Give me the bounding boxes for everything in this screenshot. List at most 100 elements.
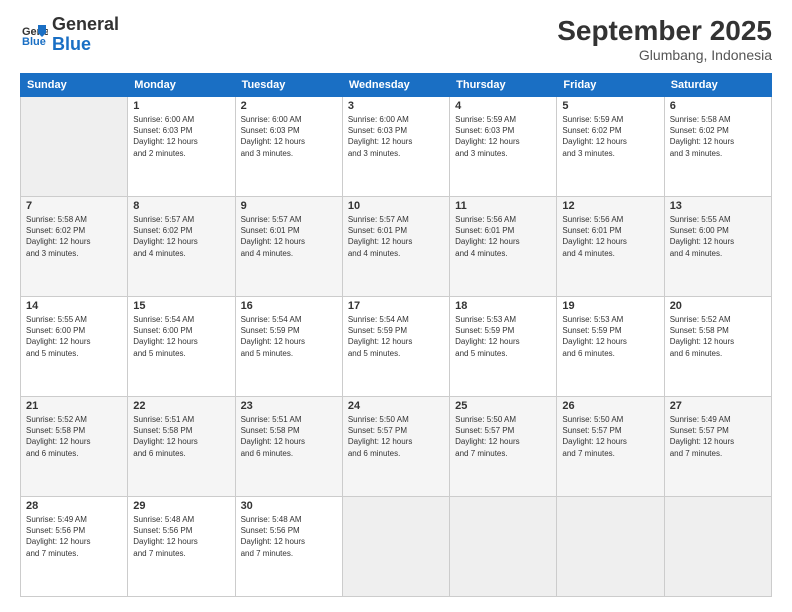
day-cell <box>342 497 449 597</box>
logo-icon: General Blue <box>20 21 48 49</box>
day-cell: 25Sunrise: 5:50 AM Sunset: 5:57 PM Dayli… <box>450 397 557 497</box>
svg-text:Blue: Blue <box>22 36 46 48</box>
col-header-tuesday: Tuesday <box>235 74 342 97</box>
logo-text: General Blue <box>52 15 119 55</box>
day-number: 18 <box>455 300 551 312</box>
day-number: 22 <box>133 400 229 412</box>
day-info: Sunrise: 5:48 AM Sunset: 5:56 PM Dayligh… <box>133 514 229 559</box>
day-number: 8 <box>133 200 229 212</box>
day-info: Sunrise: 6:00 AM Sunset: 6:03 PM Dayligh… <box>133 114 229 159</box>
day-info: Sunrise: 5:58 AM Sunset: 6:02 PM Dayligh… <box>26 214 122 259</box>
logo: General Blue General Blue <box>20 15 119 55</box>
day-cell: 13Sunrise: 5:55 AM Sunset: 6:00 PM Dayli… <box>664 197 771 297</box>
day-cell: 4 Sunrise: 5:59 AM Sunset: 6:03 PM Daylig… <box>450 97 557 197</box>
day-number: 20 <box>670 300 766 312</box>
day-cell: 24 Sunrise: 5:50 AM Sunset: 5:57 PM Dayli… <box>342 397 449 497</box>
day-cell <box>450 497 557 597</box>
day-info: Sunrise: 5:48 AM Sunset: 5:56 PM Dayligh… <box>241 514 337 559</box>
day-number: 3 <box>348 100 444 112</box>
col-header-wednesday: Wednesday <box>342 74 449 97</box>
page: General Blue General Blue September 2025… <box>0 0 792 612</box>
day-number: 6 <box>670 100 766 112</box>
day-cell: 19 Sunrise: 5:53 AM Sunset: 5:59 PM Dayli… <box>557 297 664 397</box>
day-info: Sunrise: 5:58 AM Sunset: 6:02 PM Dayligh… <box>670 114 766 159</box>
day-info: Sunrise: 5:51 AM Sunset: 5:58 PM Dayligh… <box>241 414 337 459</box>
week-row-4: 21 Sunrise: 5:52 AM Sunset: 5:58 PM Dayli… <box>21 397 772 497</box>
day-number: 17 <box>348 300 444 312</box>
week-row-5: 28 Sunrise: 5:49 AM Sunset: 5:56 PM Dayli… <box>21 497 772 597</box>
day-cell: 22Sunrise: 5:51 AM Sunset: 5:58 PM Dayli… <box>128 397 235 497</box>
day-number: 26 <box>562 400 658 412</box>
day-info: Sunrise: 5:57 AM Sunset: 6:01 PM Dayligh… <box>348 214 444 259</box>
day-info: Sunrise: 5:59 AM Sunset: 6:03 PM Dayligh… <box>455 114 551 159</box>
day-cell: 14Sunrise: 5:55 AM Sunset: 6:00 PM Dayli… <box>21 297 128 397</box>
day-number: 7 <box>26 200 122 212</box>
day-cell: 20 Sunrise: 5:52 AM Sunset: 5:58 PM Dayli… <box>664 297 771 397</box>
day-cell: 26 Sunrise: 5:50 AM Sunset: 5:57 PM Dayli… <box>557 397 664 497</box>
day-number: 9 <box>241 200 337 212</box>
day-number: 23 <box>241 400 337 412</box>
day-number: 1 <box>133 100 229 112</box>
day-cell <box>21 97 128 197</box>
header-row: SundayMondayTuesdayWednesdayThursdayFrid… <box>21 74 772 97</box>
day-cell: 12 Sunrise: 5:56 AM Sunset: 6:01 PM Dayli… <box>557 197 664 297</box>
day-info: Sunrise: 6:00 AM Sunset: 6:03 PM Dayligh… <box>348 114 444 159</box>
day-number: 30 <box>241 500 337 512</box>
day-cell: 3 Sunrise: 6:00 AM Sunset: 6:03 PM Daylig… <box>342 97 449 197</box>
day-number: 4 <box>455 100 551 112</box>
location: Glumbang, Indonesia <box>557 47 772 63</box>
day-info: Sunrise: 5:49 AM Sunset: 5:56 PM Dayligh… <box>26 514 122 559</box>
day-number: 21 <box>26 400 122 412</box>
day-info: Sunrise: 5:56 AM Sunset: 6:01 PM Dayligh… <box>562 214 658 259</box>
day-info: Sunrise: 5:53 AM Sunset: 5:59 PM Dayligh… <box>455 314 551 359</box>
day-info: Sunrise: 5:57 AM Sunset: 6:01 PM Dayligh… <box>241 214 337 259</box>
day-info: Sunrise: 5:52 AM Sunset: 5:58 PM Dayligh… <box>670 314 766 359</box>
day-info: Sunrise: 5:57 AM Sunset: 6:02 PM Dayligh… <box>133 214 229 259</box>
day-info: Sunrise: 5:54 AM Sunset: 5:59 PM Dayligh… <box>241 314 337 359</box>
col-header-monday: Monday <box>128 74 235 97</box>
day-info: Sunrise: 5:52 AM Sunset: 5:58 PM Dayligh… <box>26 414 122 459</box>
day-info: Sunrise: 5:53 AM Sunset: 5:59 PM Dayligh… <box>562 314 658 359</box>
day-cell: 11Sunrise: 5:56 AM Sunset: 6:01 PM Dayli… <box>450 197 557 297</box>
day-cell: 15 Sunrise: 5:54 AM Sunset: 6:00 PM Dayli… <box>128 297 235 397</box>
day-info: Sunrise: 5:50 AM Sunset: 5:57 PM Dayligh… <box>348 414 444 459</box>
week-row-3: 14Sunrise: 5:55 AM Sunset: 6:00 PM Dayli… <box>21 297 772 397</box>
day-cell: 17 Sunrise: 5:54 AM Sunset: 5:59 PM Dayli… <box>342 297 449 397</box>
day-cell: 2 Sunrise: 6:00 AM Sunset: 6:03 PM Daylig… <box>235 97 342 197</box>
day-cell: 10 Sunrise: 5:57 AM Sunset: 6:01 PM Dayli… <box>342 197 449 297</box>
day-info: Sunrise: 5:55 AM Sunset: 6:00 PM Dayligh… <box>670 214 766 259</box>
day-cell: 16 Sunrise: 5:54 AM Sunset: 5:59 PM Dayli… <box>235 297 342 397</box>
day-number: 5 <box>562 100 658 112</box>
day-cell: 8 Sunrise: 5:57 AM Sunset: 6:02 PM Daylig… <box>128 197 235 297</box>
day-cell: 7 Sunrise: 5:58 AM Sunset: 6:02 PM Daylig… <box>21 197 128 297</box>
day-info: Sunrise: 5:54 AM Sunset: 5:59 PM Dayligh… <box>348 314 444 359</box>
day-number: 2 <box>241 100 337 112</box>
day-number: 10 <box>348 200 444 212</box>
col-header-thursday: Thursday <box>450 74 557 97</box>
col-header-friday: Friday <box>557 74 664 97</box>
day-info: Sunrise: 5:50 AM Sunset: 5:57 PM Dayligh… <box>562 414 658 459</box>
col-header-sunday: Sunday <box>21 74 128 97</box>
day-number: 16 <box>241 300 337 312</box>
day-cell: 30 Sunrise: 5:48 AM Sunset: 5:56 PM Dayli… <box>235 497 342 597</box>
day-cell: 6 Sunrise: 5:58 AM Sunset: 6:02 PM Daylig… <box>664 97 771 197</box>
day-number: 14 <box>26 300 122 312</box>
day-number: 28 <box>26 500 122 512</box>
day-cell: 1 Sunrise: 6:00 AM Sunset: 6:03 PM Daylig… <box>128 97 235 197</box>
day-cell: 23 Sunrise: 5:51 AM Sunset: 5:58 PM Dayli… <box>235 397 342 497</box>
day-number: 27 <box>670 400 766 412</box>
day-number: 29 <box>133 500 229 512</box>
day-number: 19 <box>562 300 658 312</box>
day-number: 15 <box>133 300 229 312</box>
day-cell: 29 Sunrise: 5:48 AM Sunset: 5:56 PM Dayli… <box>128 497 235 597</box>
day-info: Sunrise: 5:56 AM Sunset: 6:01 PM Dayligh… <box>455 214 551 259</box>
header: General Blue General Blue September 2025… <box>20 15 772 63</box>
day-number: 12 <box>562 200 658 212</box>
day-info: Sunrise: 5:54 AM Sunset: 6:00 PM Dayligh… <box>133 314 229 359</box>
week-row-2: 7 Sunrise: 5:58 AM Sunset: 6:02 PM Daylig… <box>21 197 772 297</box>
day-number: 25 <box>455 400 551 412</box>
day-cell: 5Sunrise: 5:59 AM Sunset: 6:02 PM Daylig… <box>557 97 664 197</box>
day-info: Sunrise: 6:00 AM Sunset: 6:03 PM Dayligh… <box>241 114 337 159</box>
day-number: 24 <box>348 400 444 412</box>
day-cell: 27Sunrise: 5:49 AM Sunset: 5:57 PM Dayli… <box>664 397 771 497</box>
